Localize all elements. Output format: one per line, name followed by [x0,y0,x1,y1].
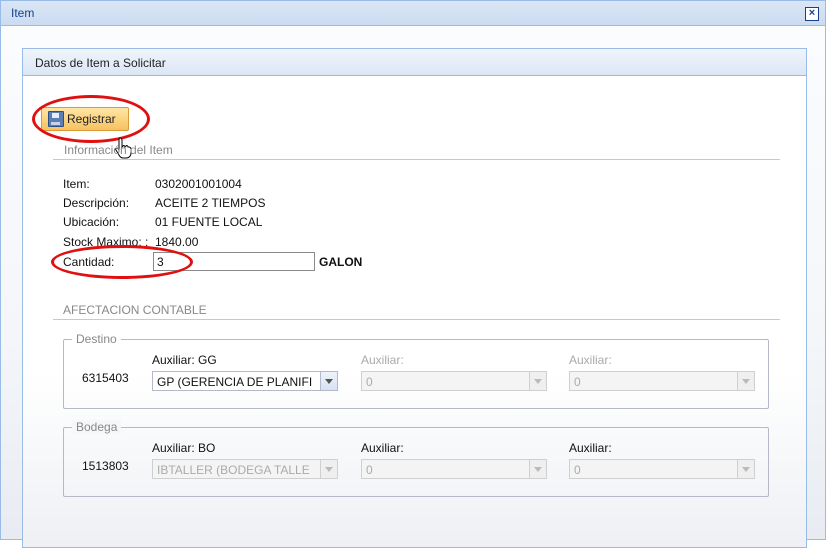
destino-aux1-label: Auxiliar: GG [152,353,217,367]
item-label: Item: [63,177,90,191]
panel-header: Datos de Item a Solicitar [23,49,806,76]
location-label: Ubicación: [63,215,120,229]
afectacion-divider [53,319,780,320]
destino-account-code: 6315403 [82,371,129,385]
window-body: Datos de Item a Solicitar Registrar Info… [1,26,825,548]
afectacion-section-title: AFECTACION CONTABLE [63,303,207,317]
quantity-unit: GALON [319,255,363,269]
destino-legend: Destino [72,332,121,346]
chevron-down-icon[interactable] [529,372,546,390]
info-divider [53,159,780,160]
item-window: Item × Datos de Item a Solicitar Registr… [0,0,826,548]
quantity-highlight-ring [51,245,193,279]
destino-fieldset: Destino 6315403 Auxiliar: GG GP (GERENCI… [63,332,769,409]
window-title: Item [11,6,35,20]
destino-aux2-label: Auxiliar: [361,353,404,367]
destino-aux3-select[interactable]: 0 [569,371,755,391]
destino-aux1-select[interactable]: GP (GERENCIA DE PLANIFI [152,371,338,391]
panel-title: Datos de Item a Solicitar [35,56,166,70]
chevron-down-icon[interactable] [737,460,754,478]
item-request-panel: Datos de Item a Solicitar Registrar Info… [22,48,807,548]
bodega-legend: Bodega [72,420,122,434]
bodega-account-code: 1513803 [82,459,129,473]
item-value: 0302001001004 [155,177,242,191]
bodega-aux1-label: Auxiliar: BO [152,441,216,455]
bodega-aux3-label: Auxiliar: [569,441,612,455]
destino-aux2-select[interactable]: 0 [361,371,547,391]
bodega-aux3-select[interactable]: 0 [569,459,755,479]
bodega-aux1-select[interactable]: IBTALLER (BODEGA TALLE [152,459,338,479]
location-value: 01 FUENTE LOCAL [155,215,263,229]
window-titlebar[interactable]: Item × [1,1,825,26]
chevron-down-icon[interactable] [320,372,337,390]
info-section-title: Información del Item [64,143,173,157]
chevron-down-icon[interactable] [529,460,546,478]
destino-aux3-label: Auxiliar: [569,353,612,367]
description-label: Descripción: [63,196,130,210]
chevron-down-icon[interactable] [320,460,337,478]
bodega-fieldset: Bodega 1513803 Auxiliar: BO IBTALLER (BO… [63,420,769,497]
description-value: ACEITE 2 TIEMPOS [155,196,266,210]
chevron-down-icon[interactable] [737,372,754,390]
bodega-aux2-select[interactable]: 0 [361,459,547,479]
close-icon[interactable]: × [805,7,819,21]
register-highlight-ring [32,95,150,143]
bodega-aux2-label: Auxiliar: [361,441,404,455]
